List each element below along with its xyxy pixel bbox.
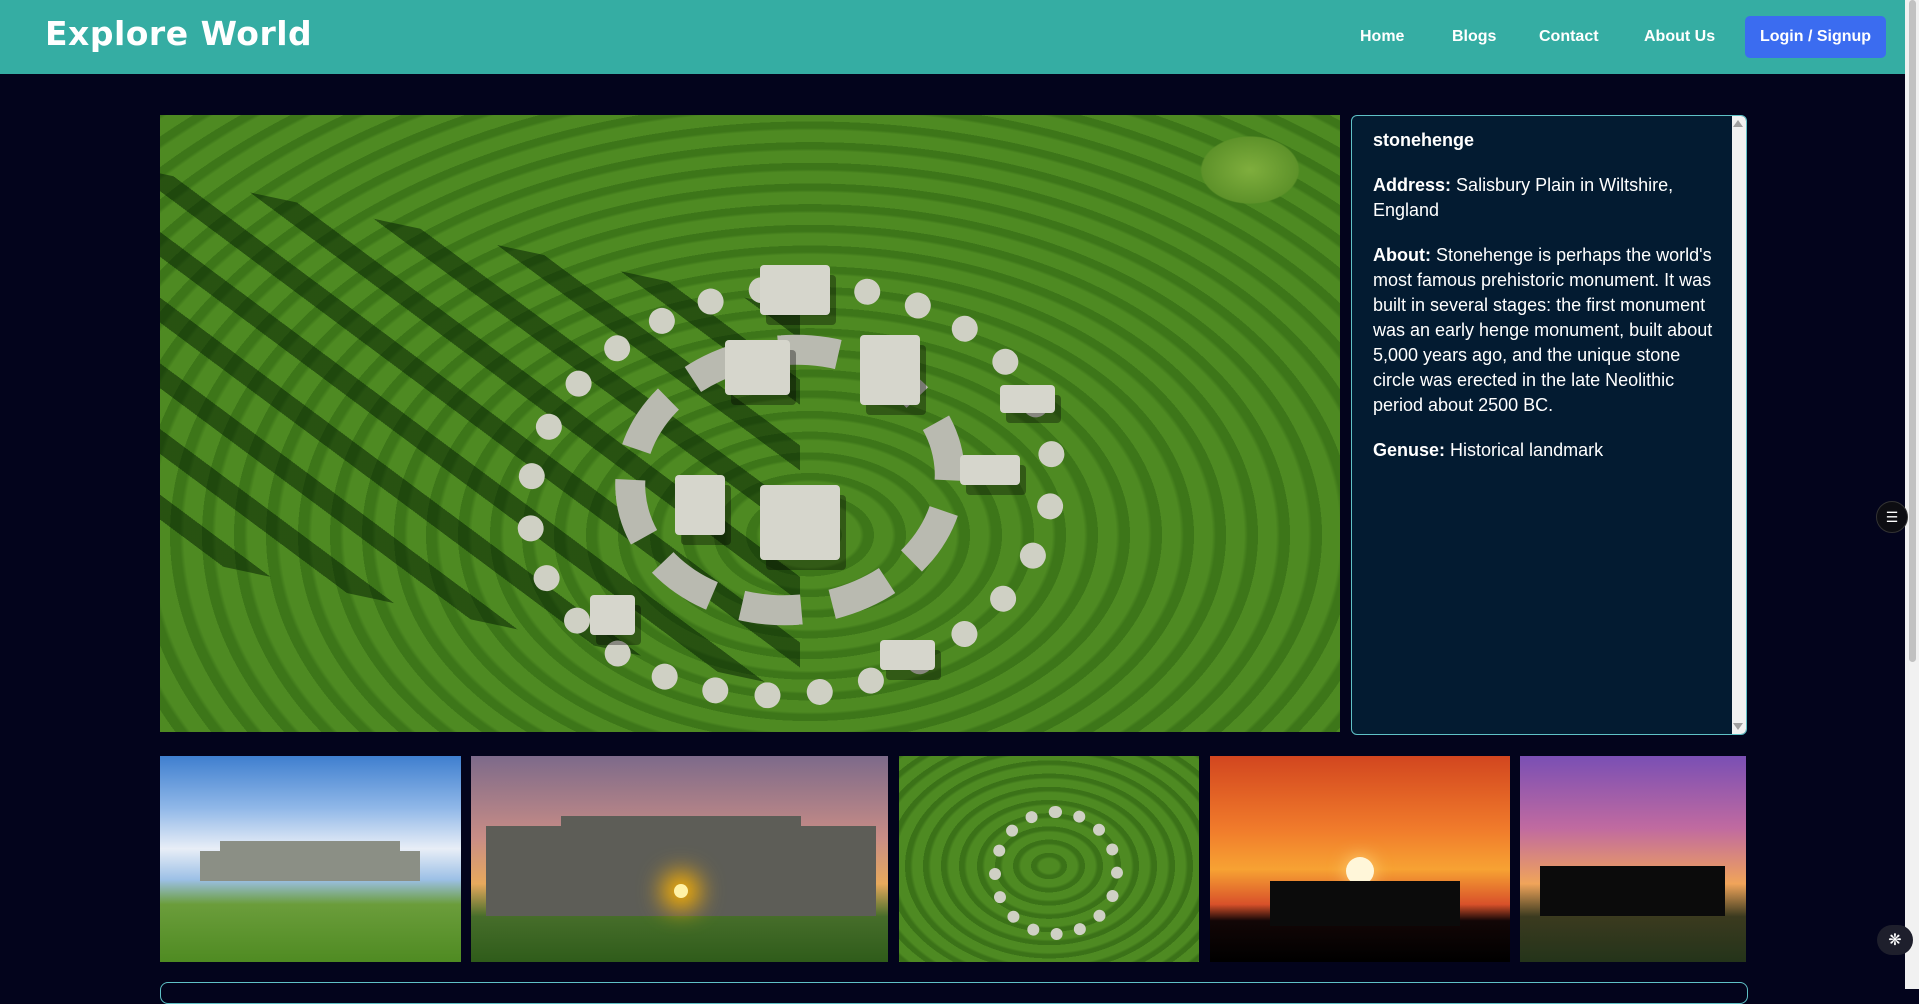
brain-icon[interactable]: ❋ xyxy=(1877,925,1913,955)
stone-ring xyxy=(989,806,1123,940)
thumbnail-4[interactable] xyxy=(1210,756,1510,962)
stone xyxy=(675,475,725,535)
thumbnail-1[interactable] xyxy=(160,756,461,962)
place-address: Address: Salisbury Plain in Wiltshire, E… xyxy=(1373,173,1718,223)
nav-blogs[interactable]: Blogs xyxy=(1452,28,1496,46)
about-label: About: xyxy=(1373,245,1431,265)
address-label: Address: xyxy=(1373,175,1452,195)
nav-contact[interactable]: Contact xyxy=(1539,28,1599,46)
lintel xyxy=(220,841,400,851)
stone xyxy=(590,595,635,635)
stone xyxy=(860,335,920,405)
panel-scrollbar[interactable] xyxy=(1732,116,1746,734)
top-navbar: Explore World Home Blogs Contact About U… xyxy=(0,0,1905,74)
next-section-card xyxy=(160,982,1748,1004)
stone xyxy=(725,340,790,395)
list-settings-icon[interactable]: ☰ xyxy=(1876,501,1908,533)
brand-logo[interactable]: Explore World xyxy=(45,14,312,53)
login-signup-button[interactable]: Login / Signup xyxy=(1745,16,1886,58)
scroll-up-arrow-icon[interactable] xyxy=(1733,120,1743,127)
stone xyxy=(960,455,1020,485)
stone xyxy=(760,265,830,315)
lintel xyxy=(561,816,801,830)
stones-silhouette xyxy=(486,826,876,916)
place-info-panel: stonehenge Address: Salisbury Plain in W… xyxy=(1351,115,1747,735)
about-value: Stonehenge is perhaps the world's most f… xyxy=(1373,245,1713,415)
stone xyxy=(1000,385,1055,413)
nav-about-us[interactable]: About Us xyxy=(1644,28,1715,46)
stone xyxy=(880,640,935,670)
genus-label: Genuse: xyxy=(1373,440,1446,460)
thumbnail-5[interactable] xyxy=(1520,756,1746,962)
page-scrollbar-thumb[interactable] xyxy=(1909,0,1916,662)
scroll-down-arrow-icon[interactable] xyxy=(1733,723,1743,730)
stones-silhouette xyxy=(1270,881,1460,926)
place-about: About: Stonehenge is perhaps the world's… xyxy=(1373,243,1718,418)
thumbnail-2[interactable] xyxy=(471,756,888,962)
hero-image xyxy=(160,115,1340,732)
thumbnail-3[interactable] xyxy=(899,756,1199,962)
nav-home[interactable]: Home xyxy=(1360,28,1404,46)
stone xyxy=(760,485,840,560)
genus-value: Historical landmark xyxy=(1450,440,1604,460)
sunburst xyxy=(674,884,688,898)
stones-silhouette xyxy=(1540,866,1725,916)
stones-silhouette xyxy=(200,851,420,881)
place-title: stonehenge xyxy=(1373,130,1475,150)
place-genus: Genuse: Historical landmark xyxy=(1373,438,1718,463)
